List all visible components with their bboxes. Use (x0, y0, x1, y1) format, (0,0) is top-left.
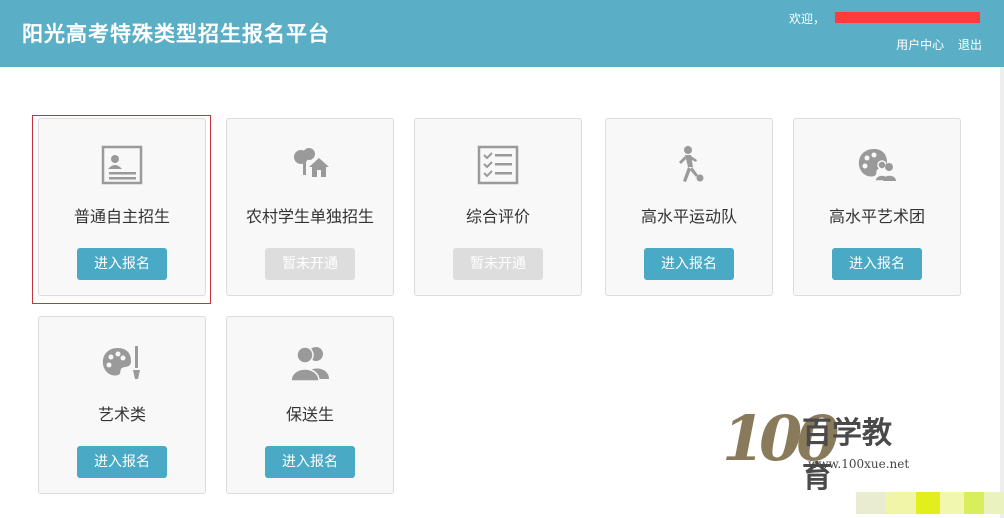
card-title: 保送生 (285, 405, 334, 424)
card-art-category: 艺术类 进入报名 (38, 316, 206, 494)
watermark-brand: 百学教育 (802, 416, 892, 495)
checklist-icon (477, 145, 519, 185)
card-sports-team: 高水平运动队 进入报名 (605, 118, 773, 296)
scrollbar-edge[interactable] (1000, 67, 1004, 518)
card-title: 农村学生单独招生 (245, 207, 374, 226)
palette-people-icon (856, 145, 898, 185)
site-title: 阳光高考特殊类型招生报名平台 (22, 22, 330, 46)
card-title: 高水平艺术团 (828, 207, 925, 226)
welcome-text: 欢迎， (789, 12, 826, 26)
not-open-button: 暂未开通 (265, 248, 355, 280)
card-comprehensive-evaluation: 综合评价 暂未开通 (414, 118, 582, 296)
card-art-troupe: 高水平艺术团 进入报名 (793, 118, 961, 296)
watermark-logo: 100 百学教育 www.100xue.net (722, 400, 912, 495)
card-recommended-students: 保送生 进入报名 (226, 316, 394, 494)
user-links: 用户中心 退出 (886, 36, 982, 53)
enter-registration-button[interactable]: 进入报名 (644, 248, 734, 280)
user-center-link[interactable]: 用户中心 (896, 38, 944, 52)
top-header: 阳光高考特殊类型招生报名平台 欢迎， 用户中心 退出 (0, 0, 1004, 67)
selection-highlight (32, 115, 211, 304)
enter-registration-button[interactable]: 进入报名 (832, 248, 922, 280)
blurred-strip (856, 492, 1004, 514)
rural-house-icon (289, 145, 331, 185)
redacted-username (835, 12, 980, 23)
card-title: 高水平运动队 (640, 207, 737, 226)
card-rural-students: 农村学生单独招生 暂未开通 (226, 118, 394, 296)
card-title: 艺术类 (97, 405, 146, 424)
not-open-button: 暂未开通 (453, 248, 543, 280)
palette-brush-icon (101, 343, 143, 383)
card-title: 综合评价 (465, 207, 530, 226)
users-icon (289, 343, 331, 383)
enter-registration-button[interactable]: 进入报名 (77, 446, 167, 478)
watermark-url: www.100xue.net (808, 457, 910, 471)
logout-link[interactable]: 退出 (958, 38, 982, 52)
enter-registration-button[interactable]: 进入报名 (265, 446, 355, 478)
athlete-icon (668, 145, 710, 185)
